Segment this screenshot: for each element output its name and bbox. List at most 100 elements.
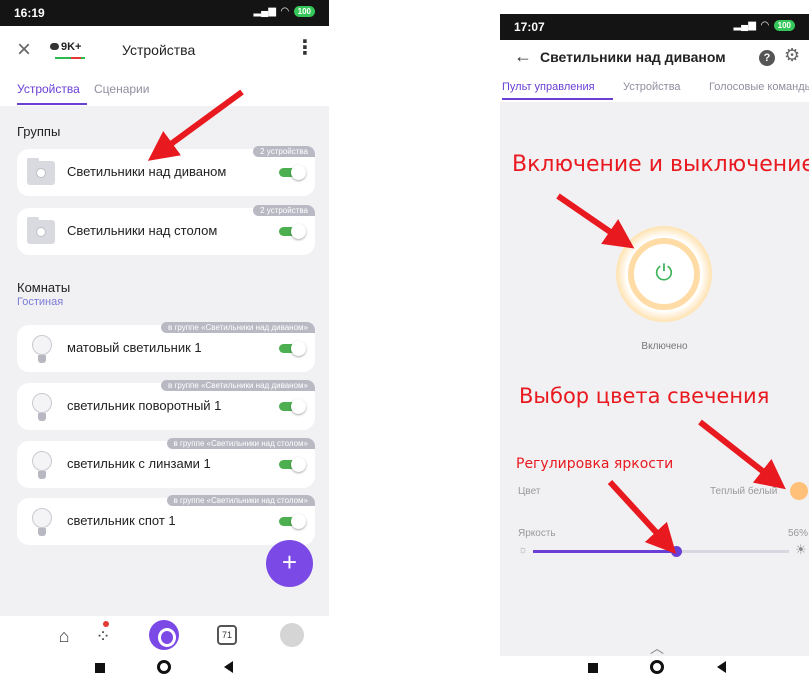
back-system-icon[interactable] [717, 661, 726, 673]
power-toggle[interactable] [279, 514, 306, 529]
toggle-knob [291, 341, 306, 356]
bulb-icon [32, 393, 52, 421]
home-system-icon[interactable] [157, 660, 171, 674]
color-swatch[interactable] [790, 482, 808, 500]
rooms-title: Комнаты [17, 280, 71, 295]
brightness-label: Яркость [518, 528, 556, 539]
device-name: светильник поворотный 1 [67, 398, 222, 413]
brightness-low-icon: ☼ [518, 544, 529, 556]
annotation-color: Выбор цвета свечения [519, 384, 770, 408]
right-phone-screen: 17:07 ▂▄▆ ◠ 100 ← Светильники над дивано… [500, 0, 809, 680]
pill-dot-icon [50, 43, 59, 50]
recents-icon[interactable] [95, 663, 105, 673]
power-toggle[interactable] [279, 341, 306, 356]
status-time: 17:07 [514, 20, 545, 34]
toggle-knob [291, 165, 306, 180]
status-bar: 16:19 ▂▄▆ ◠ 100 [0, 0, 329, 26]
calendar-icon[interactable]: 71 [217, 625, 237, 645]
power-icon: ⏻ [655, 260, 673, 285]
group-card-table[interactable]: 2 устройства Светильники над столом [17, 205, 315, 255]
battery-icon: 100 [773, 20, 795, 31]
room-name-link[interactable]: Гостиная [17, 296, 63, 308]
tab-devices[interactable]: Устройства [17, 82, 80, 96]
group-card-sofa[interactable]: 2 устройства Светильники над диваном [17, 146, 315, 196]
back-system-icon[interactable] [224, 661, 233, 673]
slider-handle[interactable] [671, 546, 683, 557]
toggle-knob [291, 457, 306, 472]
page-title: Светильники над диваном [540, 49, 726, 65]
power-toggle[interactable] [279, 457, 306, 472]
help-icon[interactable]: ? [759, 50, 775, 66]
home-system-icon[interactable] [650, 660, 664, 674]
status-bar: 17:07 ▂▄▆ ◠ 100 [500, 14, 809, 40]
signal-icon: ▂▄▆ [733, 20, 756, 31]
groups-title: Группы [17, 124, 61, 139]
add-device-button[interactable]: + [266, 540, 313, 587]
color-label: Цвет [518, 486, 541, 497]
bottom-nav: ⌂ ⁘ 71 [0, 616, 329, 656]
device-card[interactable]: в группе «Светильники над диваном» свети… [17, 380, 315, 430]
device-card[interactable]: в группе «Светильники над диваном» матов… [17, 322, 315, 372]
annotation-power: Включение и выключение [512, 152, 809, 177]
home-icon[interactable]: ⌂ [52, 624, 76, 648]
group-membership-badge: в группе «Светильники над столом» [166, 438, 315, 449]
folder-icon [27, 158, 55, 185]
balance-pill[interactable]: 9K+ [50, 41, 94, 63]
bulb-icon [32, 451, 52, 479]
device-card[interactable]: в группе «Светильники над столом» светил… [17, 495, 315, 545]
power-state-label: Включено [641, 341, 688, 352]
system-nav-bar [500, 656, 809, 680]
bulb-icon [36, 227, 46, 237]
gear-icon[interactable]: ⚙ [784, 45, 800, 66]
color-value[interactable]: Теплый белый [710, 486, 777, 497]
device-count-badge: 2 устройства [253, 146, 315, 157]
brightness-value: 56% [788, 528, 809, 539]
chevron-up-icon[interactable]: ︿ [650, 638, 664, 658]
tab-voice-commands[interactable]: Голосовые команды [709, 81, 809, 93]
app-header: × 9K+ Устройства ⋮ [0, 26, 329, 76]
power-button[interactable]: ⏻ [628, 238, 700, 310]
tab-scenarios[interactable]: Сценарии [94, 82, 149, 96]
close-icon[interactable]: × [17, 38, 31, 62]
wifi-icon: ◠ [760, 20, 769, 31]
group-name: Светильники над диваном [67, 164, 227, 179]
brightness-high-icon: ☀ [795, 542, 807, 557]
folder-icon [27, 217, 55, 244]
system-nav-bar [0, 656, 329, 680]
device-count-badge: 2 устройства [253, 205, 315, 216]
toggle-knob [291, 514, 306, 529]
power-toggle[interactable] [279, 224, 306, 239]
annotation-brightness: Регулировка яркости [516, 456, 674, 472]
device-name: матовый светильник 1 [67, 340, 202, 355]
power-toggle[interactable] [279, 399, 306, 414]
group-membership-badge: в группе «Светильники над диваном» [160, 322, 315, 333]
device-header: ← Светильники над диваном ? ⚙ Пульт упра… [500, 40, 809, 102]
pill-bar-red [71, 57, 81, 59]
tab-underline [17, 103, 87, 105]
notification-dot [103, 621, 109, 627]
bulb-icon [32, 335, 52, 363]
device-card[interactable]: в группе «Светильники над столом» светил… [17, 438, 315, 488]
arrow-left-icon[interactable]: ← [514, 46, 532, 67]
battery-icon: 100 [293, 6, 315, 17]
group-membership-badge: в группе «Светильники над диваном» [160, 380, 315, 391]
brightness-slider[interactable] [533, 546, 789, 557]
power-toggle[interactable] [279, 165, 306, 180]
group-name: Светильники над столом [67, 223, 218, 238]
bulb-icon [32, 508, 52, 536]
alice-icon[interactable] [149, 620, 179, 650]
tab-devices[interactable]: Устройства [623, 81, 681, 93]
device-name: светильник с линзами 1 [67, 456, 211, 471]
bulb-icon [36, 168, 46, 178]
recents-icon[interactable] [588, 663, 598, 673]
more-vertical-icon[interactable]: ⋮ [295, 38, 315, 58]
wifi-icon: ◠ [280, 6, 289, 17]
devices-icon[interactable]: ⁘ [91, 624, 115, 648]
signal-icon: ▂▄▆ [253, 6, 276, 17]
avatar-icon[interactable] [280, 623, 304, 647]
tab-underline [502, 98, 613, 100]
tab-remote-control[interactable]: Пульт управления [502, 81, 595, 93]
pill-text: 9K+ [61, 41, 82, 53]
toggle-knob [291, 224, 306, 239]
status-icons: ▂▄▆ ◠ 100 [733, 20, 795, 31]
